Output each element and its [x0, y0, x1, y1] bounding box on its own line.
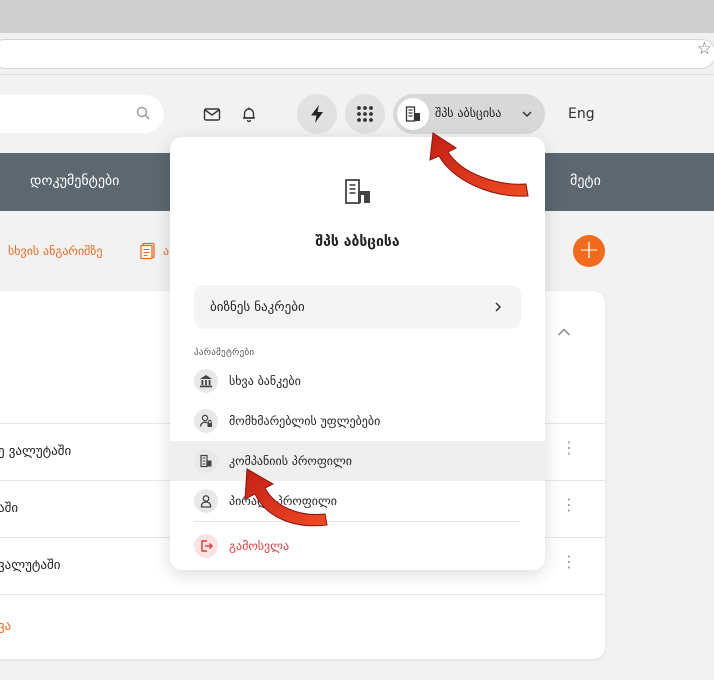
address-bar[interactable]	[0, 39, 714, 69]
card-footer-link[interactable]: ვა	[0, 619, 11, 634]
other-account-link[interactable]: სხვის ანგარიშზე	[8, 244, 103, 258]
logout-icon	[194, 534, 218, 558]
account-row-label[interactable]: ვალუტაში	[0, 558, 60, 573]
lightning-icon	[311, 105, 323, 123]
plus-icon: +	[578, 235, 600, 265]
menu-item-logout[interactable]: გამოსვლა	[170, 526, 545, 566]
add-button[interactable]: +	[573, 235, 605, 267]
account-row-label[interactable]: აში	[0, 501, 18, 516]
menu-item-label: მომხმარებლის უფლებები	[229, 414, 381, 428]
mail-icon[interactable]	[202, 104, 222, 124]
menu-item-label: სხვა ბანკები	[229, 374, 301, 388]
more-vertical-icon[interactable]: ⋮	[561, 440, 577, 456]
apps-grid-button[interactable]	[345, 94, 385, 134]
nav-item-documents[interactable]: დოკუმენტები	[30, 173, 119, 189]
browser-toolbar: ☆	[0, 33, 714, 75]
chevron-up-icon[interactable]	[557, 327, 571, 337]
chevron-down-icon	[522, 111, 532, 118]
more-vertical-icon[interactable]: ⋮	[561, 554, 577, 570]
divider	[0, 594, 605, 595]
bell-icon[interactable]	[239, 104, 259, 124]
search-icon	[136, 106, 150, 120]
company-name: შპს აბსცისა	[435, 106, 502, 120]
business-cards-button[interactable]: ბიზნეს ნაკრები	[194, 285, 521, 329]
lock-user-icon	[194, 409, 218, 433]
grid-dots-icon	[357, 106, 373, 122]
quick-actions-button[interactable]	[297, 94, 337, 134]
menu-item-user-permissions[interactable]: მომხმარებლის უფლებები	[170, 401, 545, 441]
annotation-arrow	[429, 132, 529, 197]
account-row-label[interactable]: ე ვალუტაში	[0, 444, 71, 459]
menu-item-personal-profile[interactable]: პირადი პროფილი	[170, 481, 545, 521]
annotation-arrow	[244, 468, 328, 527]
browser-titlebar	[0, 0, 714, 33]
bookmark-star-icon[interactable]: ☆	[697, 41, 712, 58]
menu-item-label: გამოსვლა	[229, 539, 290, 553]
search-input[interactable]	[0, 95, 164, 133]
language-switch[interactable]: Eng	[568, 106, 595, 122]
nav-item-more[interactable]: მეტი	[570, 173, 601, 189]
building-icon	[345, 179, 370, 204]
settings-section-label: პარამეტრები	[194, 348, 255, 358]
menu-item-other-banks[interactable]: სხვა ბანკები	[170, 361, 545, 401]
menu-item-company-profile[interactable]: კომპანიის პროფილი	[170, 441, 545, 481]
building-icon	[194, 449, 218, 473]
person-icon	[194, 489, 218, 513]
partial-link[interactable]: ა	[163, 244, 169, 258]
business-cards-label: ბიზნეს ნაკრები	[210, 300, 305, 315]
chevron-right-icon	[495, 302, 502, 312]
document-icon	[140, 242, 155, 260]
bank-icon	[194, 369, 218, 393]
more-vertical-icon[interactable]: ⋮	[561, 497, 577, 513]
dropdown-company-title: შპს აბსცისა	[315, 234, 400, 250]
